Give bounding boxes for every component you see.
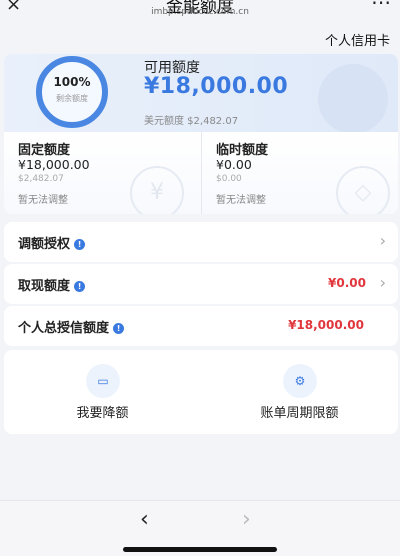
remaining-label: 剩余额度: [56, 94, 88, 103]
adjust-authorization-label: 调额授权: [18, 237, 71, 252]
gear-icon: ⚙: [283, 364, 317, 398]
home-indicator[interactable]: [123, 547, 277, 552]
total-credit-label: 个人总授信额度: [18, 321, 110, 336]
back-icon[interactable]: ‹: [140, 507, 149, 532]
page-url: imbp.spdbccc.com.cn: [151, 7, 249, 17]
fixed-credit: ¥ 固定额度 ¥18,000.00 $2,482.07 暂无法调整: [4, 132, 200, 214]
usd-credit-line: 美元额度 $2,482.07: [144, 116, 239, 127]
temporary-credit-note: 暂无法调整: [216, 195, 266, 206]
more-icon[interactable]: ⋯: [371, 0, 392, 14]
forward-icon[interactable]: ›: [242, 507, 251, 532]
temporary-credit-label: 临时额度: [216, 143, 269, 158]
wallet-icon: ▭: [86, 364, 120, 398]
total-credit-row: 个人总授信额度! ¥18,000.00: [4, 306, 398, 346]
cash-advance-label: 取现额度: [18, 279, 71, 294]
reduce-credit-button[interactable]: ▭ 我要降额: [4, 350, 201, 434]
coin-icon: ◇: [336, 166, 390, 214]
fixed-credit-note: 暂无法调整: [18, 195, 68, 206]
chevron-right-icon: ›: [379, 273, 386, 292]
card-type-selector[interactable]: 个人信用卡: [325, 30, 390, 49]
total-credit-amount: ¥18,000.00: [288, 318, 364, 332]
hero-decoration: [318, 64, 388, 132]
temporary-credit: ◇ 临时额度 ¥0.00 $0.00 暂无法调整: [202, 132, 398, 214]
remaining-ring: 100% 剩余额度: [36, 56, 108, 128]
cash-advance-amount: ¥0.00: [328, 276, 366, 290]
fixed-credit-usd: $2,482.07: [18, 174, 64, 184]
remaining-percent: 100%: [53, 75, 91, 89]
adjust-authorization-row[interactable]: 调额授权! ›: [4, 222, 398, 262]
page: × 金能额度 imbp.spdbccc.com.cn ⋯ 个人信用卡 100% …: [0, 0, 400, 556]
billing-cycle-limit-button[interactable]: ⚙ 账单周期限额: [201, 350, 398, 434]
fixed-credit-label: 固定额度: [18, 143, 71, 158]
info-icon[interactable]: !: [74, 239, 86, 250]
temporary-credit-usd: $0.00: [216, 174, 242, 184]
yuan-coin-icon: ¥: [130, 166, 184, 214]
top-bar: × 金能额度 imbp.spdbccc.com.cn ⋯: [0, 0, 400, 24]
chevron-right-icon: ›: [379, 231, 386, 250]
browser-bottom-bar: ‹ ›: [0, 500, 400, 556]
cash-advance-row[interactable]: 取现额度! ¥0.00 ›: [4, 264, 398, 304]
available-credit-card: 100% 剩余额度 可用额度 ¥18,000.00 美元额度 $2,482.07: [4, 54, 398, 132]
billing-cycle-limit-label: 账单周期限额: [260, 406, 339, 421]
temporary-credit-value: ¥0.00: [216, 157, 252, 172]
available-value: ¥18,000.00: [144, 74, 289, 99]
quick-actions: ▭ 我要降额 ⚙ 账单周期限额: [4, 350, 398, 434]
info-icon[interactable]: !: [74, 281, 86, 292]
reduce-credit-label: 我要降额: [76, 406, 129, 421]
fixed-credit-value: ¥18,000.00: [18, 157, 90, 172]
info-icon[interactable]: !: [113, 323, 125, 334]
credit-breakdown: ¥ 固定额度 ¥18,000.00 $2,482.07 暂无法调整 ◇ 临时额度…: [4, 132, 398, 214]
